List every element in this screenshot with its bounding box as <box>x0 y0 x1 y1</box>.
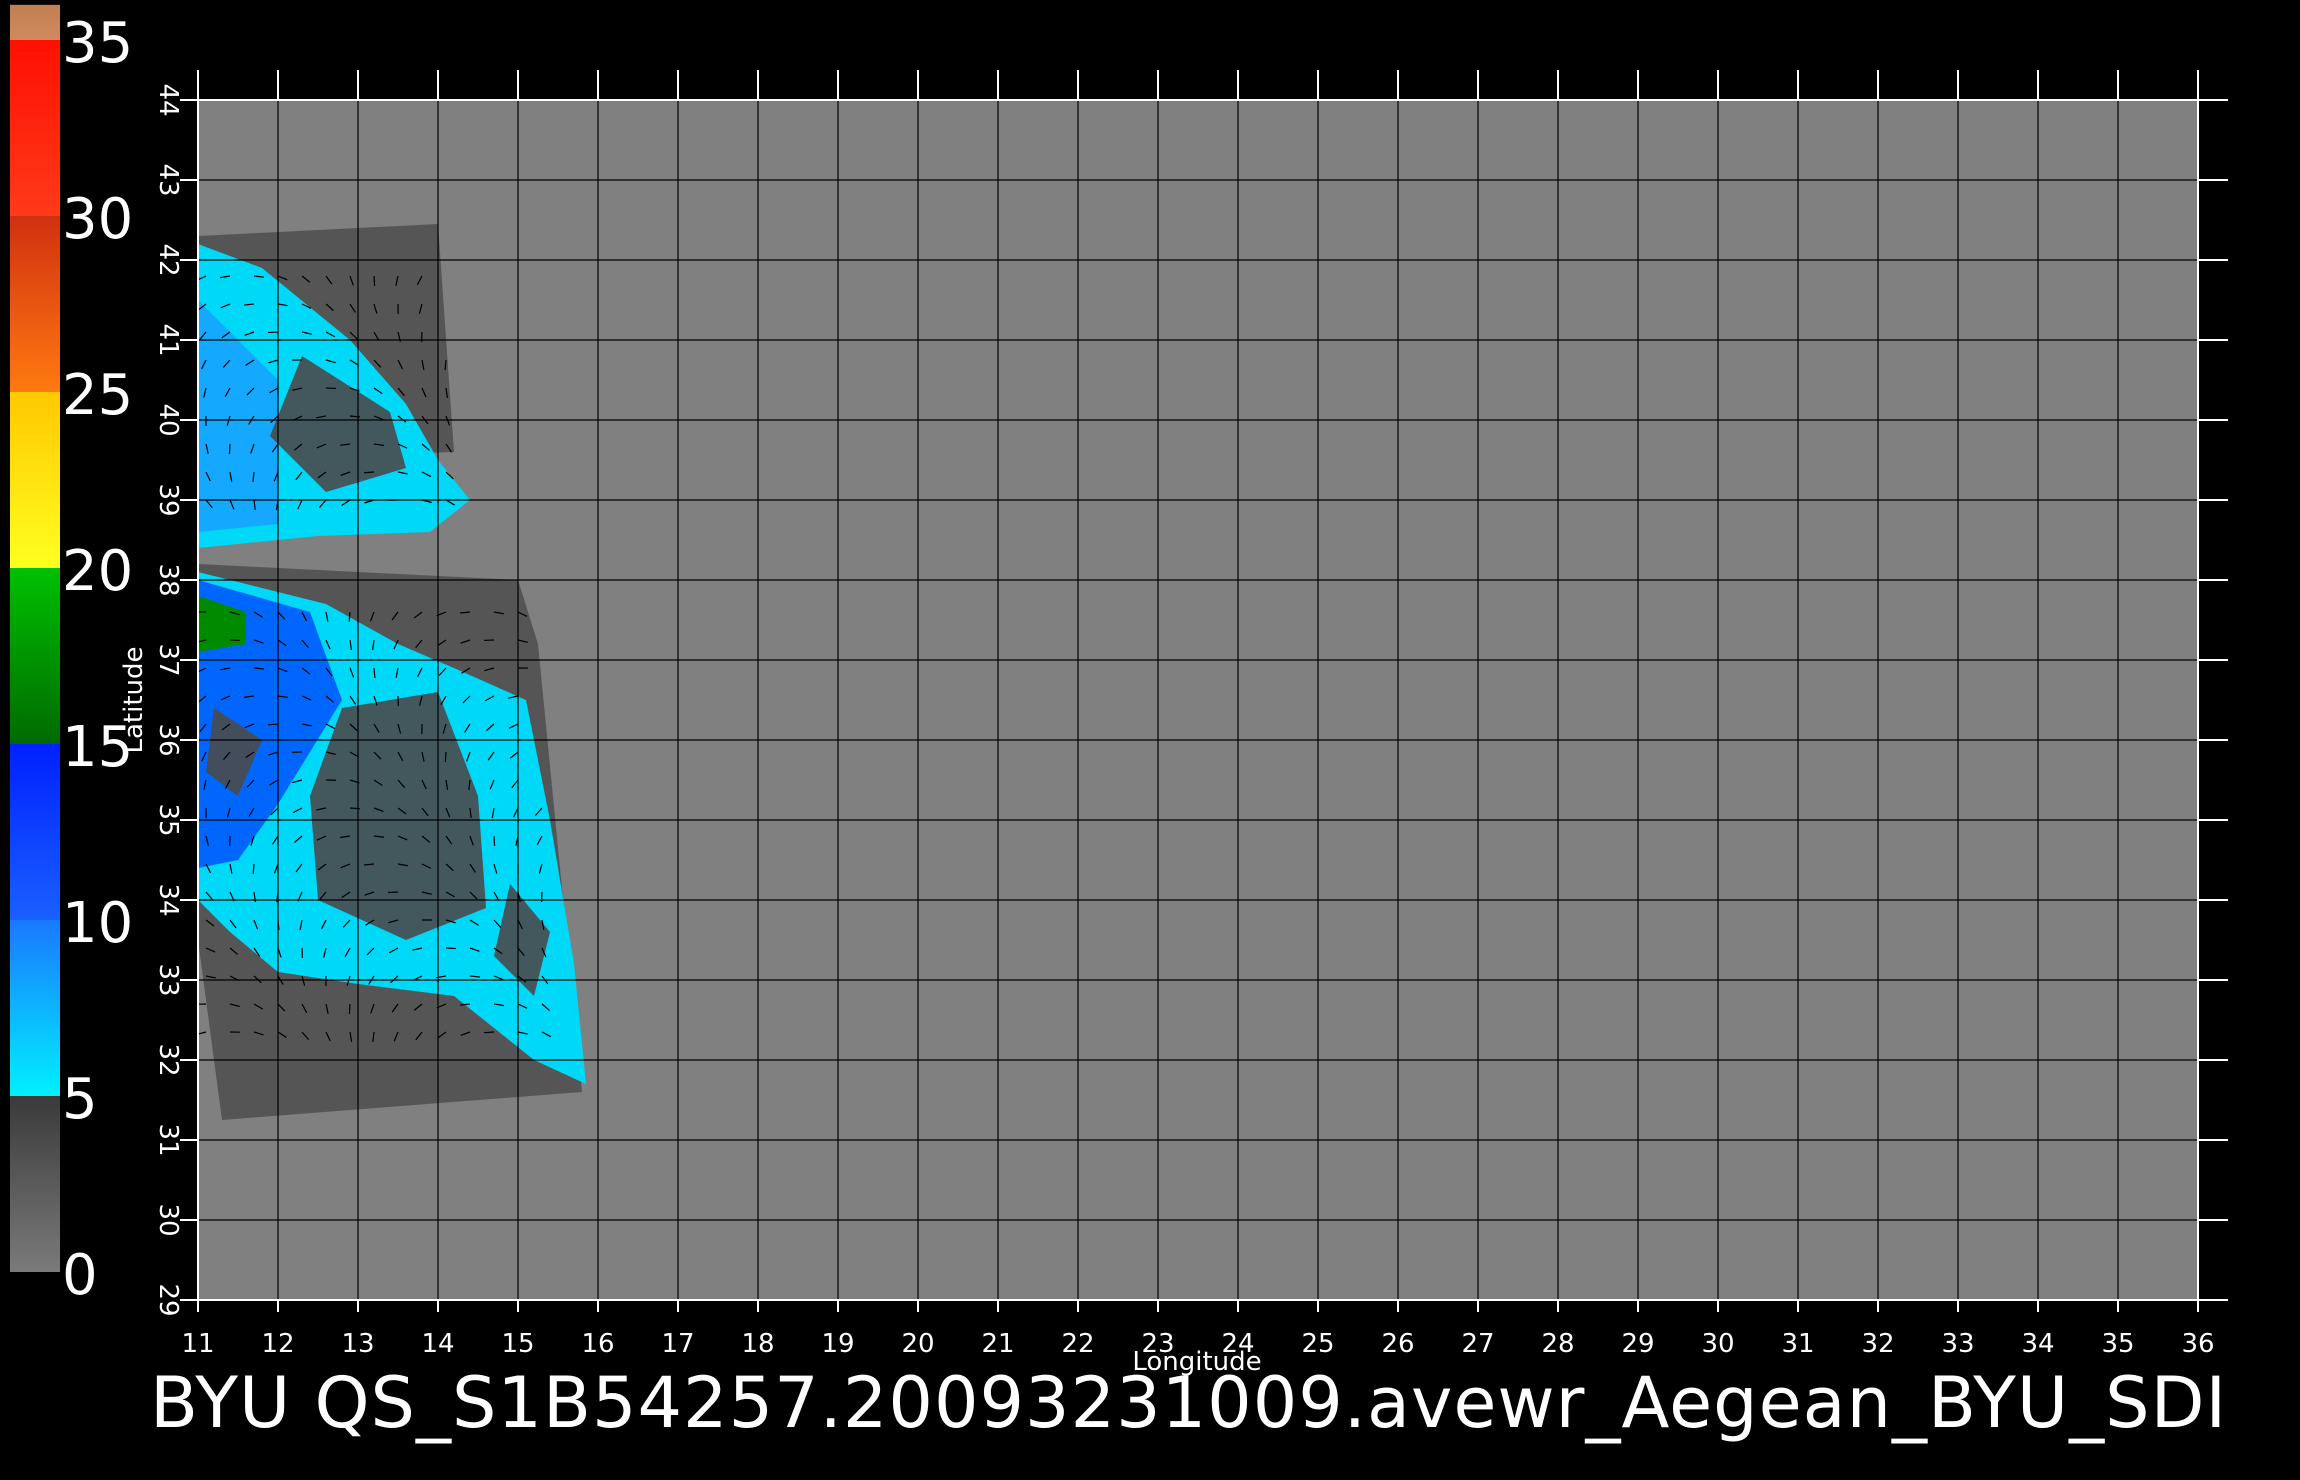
scatterometer-wind-map: 05101520253035 11 12 13 14 15 16 17 18 19 20 21 22 2… <box>0 0 2300 1480</box>
x-tick-label: 30 <box>1701 1329 1734 1359</box>
x-tick-label: 18 <box>741 1329 774 1359</box>
colorbar-tick-label: 30 <box>62 187 133 252</box>
colorbar-tick-label: 25 <box>62 363 133 428</box>
colorbar-tick-label: 0 <box>62 1243 98 1308</box>
y-tick-label: 41 <box>153 323 183 356</box>
y-tick-label: 43 <box>153 163 183 196</box>
x-tick-label: 22 <box>1061 1329 1094 1359</box>
y-tick-label: 29 <box>153 1283 183 1316</box>
x-tick-label: 32 <box>1861 1329 1894 1359</box>
colorbar-segment <box>10 920 60 1096</box>
colorbar-segment <box>10 216 60 392</box>
x-tick-label: 35 <box>2101 1329 2134 1359</box>
colorbar-segment <box>10 392 60 568</box>
map-plot-area: 11 12 13 14 15 16 17 18 19 20 21 22 23 24 25 26 27 28 29 30… <box>119 70 2228 1377</box>
wind-vector <box>348 611 351 623</box>
wind-vector <box>228 443 231 455</box>
colorbar-tick-label: 35 <box>62 11 133 76</box>
y-tick-label: 37 <box>153 643 183 676</box>
colorbar-tick-label: 5 <box>62 1067 98 1132</box>
y-tick-label: 35 <box>153 803 183 836</box>
colorbar-segment <box>10 4 60 41</box>
y-tick-label: 39 <box>153 483 183 516</box>
x-tick-label: 25 <box>1301 1329 1334 1359</box>
x-tick-label: 15 <box>501 1329 534 1359</box>
y-tick-label: 40 <box>153 403 183 436</box>
wind-vector <box>267 331 279 334</box>
y-tick-label: 33 <box>153 963 183 996</box>
colorbar-tick-label: 10 <box>62 891 133 956</box>
x-tick-label: 28 <box>1541 1329 1574 1359</box>
x-tick-label: 12 <box>261 1329 294 1359</box>
y-tick-label: 31 <box>153 1123 183 1156</box>
colorbar-segment <box>10 568 60 744</box>
x-tick-label: 16 <box>581 1329 614 1359</box>
wind-vector <box>348 1003 351 1015</box>
wind-vector <box>445 947 457 950</box>
wind-vector <box>493 835 496 847</box>
y-tick-label: 38 <box>153 563 183 596</box>
y-tick-label: 42 <box>153 243 183 276</box>
colorbar-tick-label: 20 <box>62 539 133 604</box>
wind-vector <box>267 723 279 726</box>
x-tick-label: 21 <box>981 1329 1014 1359</box>
y-tick-label: 44 <box>153 83 183 116</box>
y-axis-label: Latitude <box>119 646 149 753</box>
colorbar-segment <box>10 744 60 920</box>
wind-vector <box>252 863 255 875</box>
wind-vector <box>363 471 375 474</box>
colorbar-segment <box>10 40 60 216</box>
x-tick-label: 26 <box>1381 1329 1414 1359</box>
x-tick-label: 11 <box>181 1329 214 1359</box>
x-tick-label: 27 <box>1461 1329 1494 1359</box>
x-tick-label: 33 <box>1941 1329 1974 1359</box>
x-tick-label: 13 <box>341 1329 374 1359</box>
x-tick-label: 14 <box>421 1329 454 1359</box>
image-caption: BYU QS_S1B54257.20093231009.avewr_Aegean… <box>150 1362 2228 1444</box>
y-tick-label: 30 <box>153 1203 183 1236</box>
y-tick-label: 36 <box>153 723 183 756</box>
x-tick-label: 19 <box>821 1329 854 1359</box>
x-tick-label: 17 <box>661 1329 694 1359</box>
wind-vector <box>373 275 376 287</box>
wind-vector <box>483 1031 495 1034</box>
x-tick-label: 20 <box>901 1329 934 1359</box>
y-tick-label: 32 <box>153 1043 183 1076</box>
colorbar-segment <box>10 1096 60 1272</box>
y-tick-label: 34 <box>153 883 183 916</box>
x-tick-label: 34 <box>2021 1329 2054 1359</box>
wind-vector <box>444 751 447 763</box>
x-tick-label: 36 <box>2181 1329 2214 1359</box>
x-tick-label: 29 <box>1621 1329 1654 1359</box>
x-tick-label: 31 <box>1781 1329 1814 1359</box>
